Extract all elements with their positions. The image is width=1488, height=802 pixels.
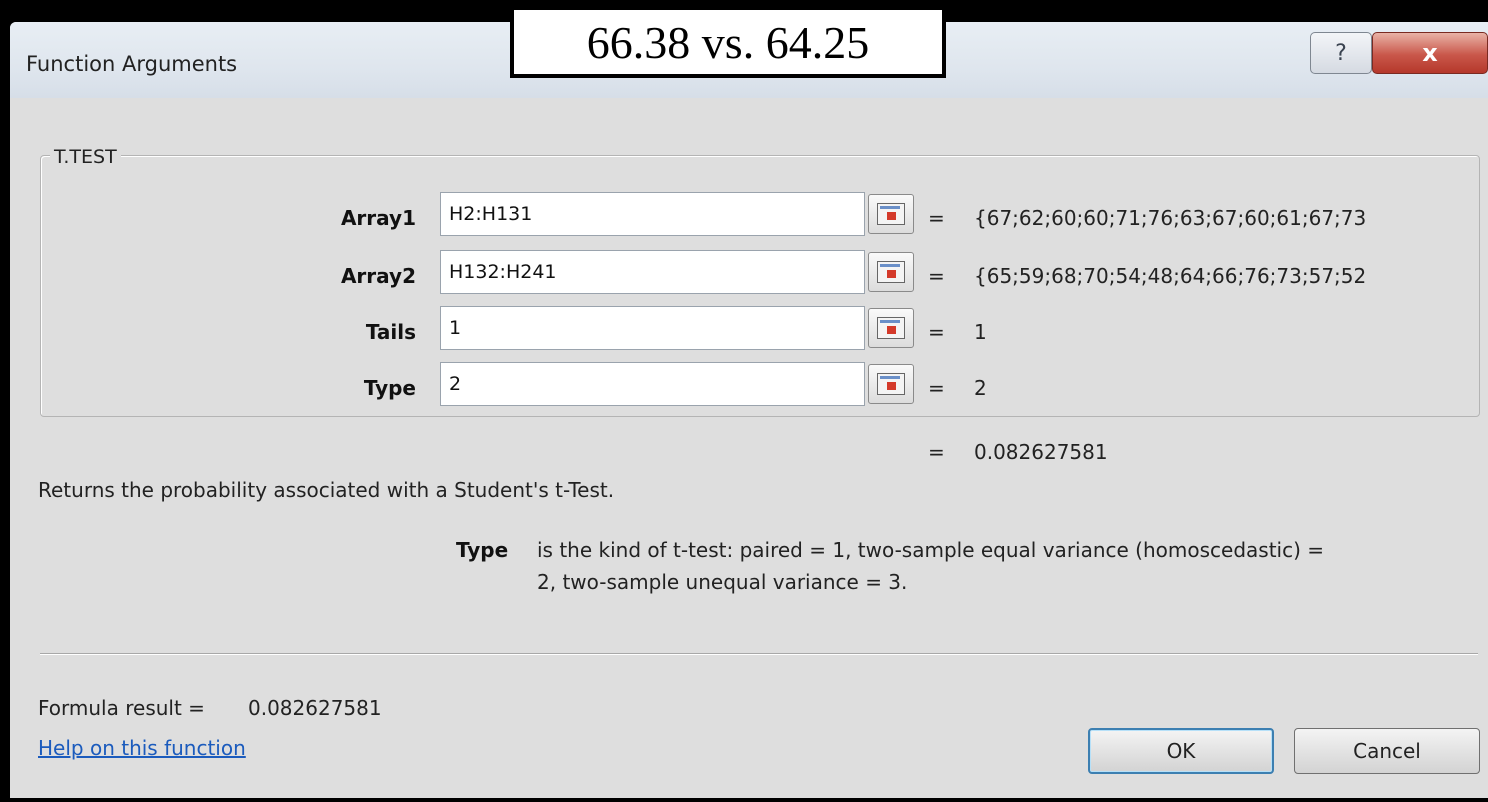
help-icon: ? [1335,40,1347,66]
tails-collapse-button[interactable] [868,308,914,348]
array2-label: Array2 [340,264,416,288]
help-on-function-link[interactable]: Help on this function [38,736,246,760]
type-collapse-button[interactable] [868,364,914,404]
close-icon: x [1422,39,1438,67]
type-result: 2 [974,376,987,400]
equals-sign: = [928,376,945,400]
function-name-label: T.TEST [50,146,121,168]
window-title: Function Arguments [26,52,238,76]
cancel-button[interactable]: Cancel [1294,728,1480,774]
range-select-icon [877,373,905,395]
range-select-icon [877,203,905,225]
array2-input[interactable]: H132:H241 [440,250,865,294]
function-description: Returns the probability associated with … [38,478,615,502]
dialog-body: T.TEST Array1 H2:H131 = {67;62;60;60;71;… [10,98,1488,798]
array2-result: {65;59;68;70;54;48;64;66;76;73;57;52 [974,264,1367,288]
array1-input[interactable]: H2:H131 [440,192,865,236]
type-label: Type [363,376,416,400]
range-select-icon [877,317,905,339]
equals-sign: = [928,264,945,288]
array1-collapse-button[interactable] [868,194,914,234]
formula-result-value: 0.082627581 [248,696,382,720]
equals-sign: = [928,206,945,230]
arg-help-name: Type [456,538,509,562]
divider [40,653,1478,655]
ok-button[interactable]: OK [1088,728,1274,774]
left-edge [0,0,10,802]
arg-help-line1: is the kind of t-test: paired = 1, two-s… [537,538,1325,562]
function-result: 0.082627581 [974,440,1108,464]
help-button[interactable]: ? [1310,32,1372,74]
tails-input[interactable]: 1 [440,306,865,350]
array1-label: Array1 [340,206,416,230]
tails-result: 1 [974,320,987,344]
array1-result: {67;62;60;60;71;76;63;67;60;61;67;73 [974,206,1367,230]
type-input[interactable]: 2 [440,362,865,406]
comparison-overlay: 66.38 vs. 64.25 [510,6,946,78]
function-arguments-dialog: Function Arguments ? x T.TEST Array1 H2:… [10,22,1488,798]
array2-collapse-button[interactable] [868,252,914,292]
range-select-icon [877,261,905,283]
equals-sign: = [928,320,945,344]
equals-sign: = [928,440,945,464]
tails-label: Tails [365,320,416,344]
formula-result-label: Formula result = [38,696,205,720]
comparison-text: 66.38 vs. 64.25 [586,16,870,68]
close-button[interactable]: x [1372,32,1488,74]
arg-help-line2: 2, two-sample unequal variance = 3. [537,570,908,594]
